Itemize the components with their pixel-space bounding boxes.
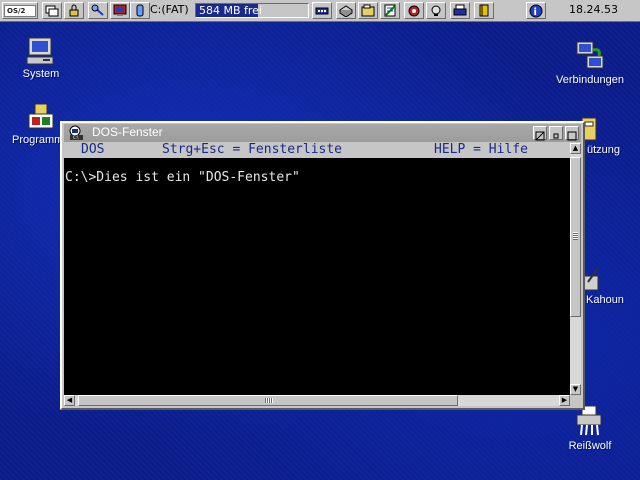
grip-icon — [573, 232, 578, 240]
horizontal-scroll-thumb[interactable] — [78, 395, 458, 406]
dos-system-menu-icon[interactable]: C:\ — [67, 125, 85, 141]
vertical-scrollbar[interactable]: ▲ ▼ — [570, 143, 581, 395]
lockup-button[interactable] — [64, 2, 84, 19]
status-help-hint: HELP = Hilfe — [434, 142, 528, 157]
hide-button[interactable] — [533, 126, 547, 141]
minimize-button[interactable] — [549, 126, 563, 140]
find-button[interactable] — [88, 2, 108, 19]
scroll-left-button[interactable]: ◀ — [64, 395, 75, 406]
monitor-button[interactable] — [110, 2, 130, 19]
tools-icon — [408, 5, 420, 17]
find-icon — [91, 4, 104, 16]
process-button[interactable] — [426, 2, 446, 19]
desktop-icon-label: Kahoun — [586, 294, 624, 306]
desktop-icon-connections[interactable]: Verbindungen — [555, 40, 625, 86]
vertical-scroll-thumb[interactable] — [570, 157, 581, 317]
network-icon — [576, 41, 604, 69]
folder-button[interactable] — [358, 2, 378, 19]
desktop-icon-label: Reißwolf — [568, 440, 612, 452]
arrow-down-icon: ▼ — [572, 385, 579, 393]
drive-free-meter[interactable]: 584 MB frei — [195, 3, 309, 18]
status-window-list-hint: Strg+Esc = Fensterliste — [162, 142, 343, 157]
window-list-icon — [45, 5, 59, 16]
monitor-icon — [113, 4, 127, 16]
desktop-icon-shredder[interactable]: Reißwolf — [562, 404, 618, 452]
desktop-icon-system[interactable]: System — [16, 36, 66, 80]
maximize-button[interactable] — [565, 126, 579, 141]
desktop-icon-label: Verbindungen — [556, 74, 624, 86]
desktop-icon-shortcuts[interactable]: ützung — [580, 116, 640, 156]
grip-icon — [265, 398, 273, 403]
scroll-right-button[interactable]: ▶ — [559, 395, 570, 406]
dos-window: C:\ DOS-Fenster DOS Strg+Esc = Fensterli… — [60, 121, 585, 410]
notepad-button[interactable] — [380, 2, 400, 19]
arrow-left-icon: ◀ — [66, 396, 73, 404]
drive-select-button[interactable] — [130, 2, 150, 19]
drive-icon — [136, 4, 144, 17]
clock: 18.24.53 — [569, 3, 618, 16]
warpcenter-bar: OS/2 C:(FAT) 584 MB frei i 18.24.53 — [0, 0, 640, 22]
status-dos: DOS — [81, 142, 105, 157]
maximize-icon — [567, 131, 577, 141]
disk-icon — [339, 5, 353, 17]
scroll-up-button[interactable]: ▲ — [570, 143, 581, 154]
minimize-icon — [553, 133, 559, 139]
window-list-button[interactable] — [42, 2, 62, 19]
book-button[interactable] — [474, 2, 494, 19]
folder-icon — [361, 4, 375, 17]
desktop-icon-label: ützung — [587, 144, 621, 156]
help-button[interactable]: i — [526, 2, 546, 19]
lock-icon — [69, 4, 79, 17]
window-titlebar[interactable]: C:\ DOS-Fenster — [64, 124, 581, 142]
programs-icon — [28, 103, 54, 129]
scroll-down-button[interactable]: ▼ — [570, 384, 581, 395]
dos-status-bar: DOS Strg+Esc = Fensterliste HELP = Hilfe — [64, 142, 570, 157]
desktop-icon-kahoun[interactable]: Kahoun — [582, 266, 638, 306]
arrow-up-icon: ▲ — [572, 144, 579, 152]
svg-text:C:\: C:\ — [73, 135, 79, 140]
os2-logo-icon: OS/2 — [4, 4, 36, 17]
dos-console[interactable]: C:\>Dies ist ein "DOS-Fenster" — [64, 158, 570, 395]
console-line: C:\>Dies ist ein "DOS-Fenster" — [65, 170, 300, 185]
horizontal-scrollbar[interactable]: ◀ ▶ — [64, 395, 570, 406]
arrow-right-icon: ▶ — [561, 396, 568, 404]
drive-label: C:(FAT) — [150, 3, 189, 16]
memory-button[interactable] — [312, 2, 332, 19]
printer-icon — [453, 4, 467, 16]
window-title: DOS-Fenster — [92, 125, 163, 139]
svg-text:i: i — [534, 7, 537, 18]
notepad-icon — [384, 4, 396, 17]
memory-icon — [315, 7, 329, 14]
hide-icon — [535, 131, 545, 141]
scrollbar-corner — [570, 395, 581, 406]
desktop-icon-label: System — [22, 68, 60, 80]
disk-button[interactable] — [336, 2, 356, 19]
tools-button[interactable] — [404, 2, 424, 19]
drive-free-text: 584 MB frei — [199, 4, 263, 17]
help-icon: i — [529, 4, 543, 18]
process-icon — [431, 5, 441, 16]
tool-icon — [583, 267, 599, 291]
printer-button[interactable] — [450, 2, 470, 19]
os2-logo-button[interactable]: OS/2 — [2, 2, 38, 19]
book-icon — [479, 4, 489, 17]
computer-icon — [26, 37, 54, 65]
